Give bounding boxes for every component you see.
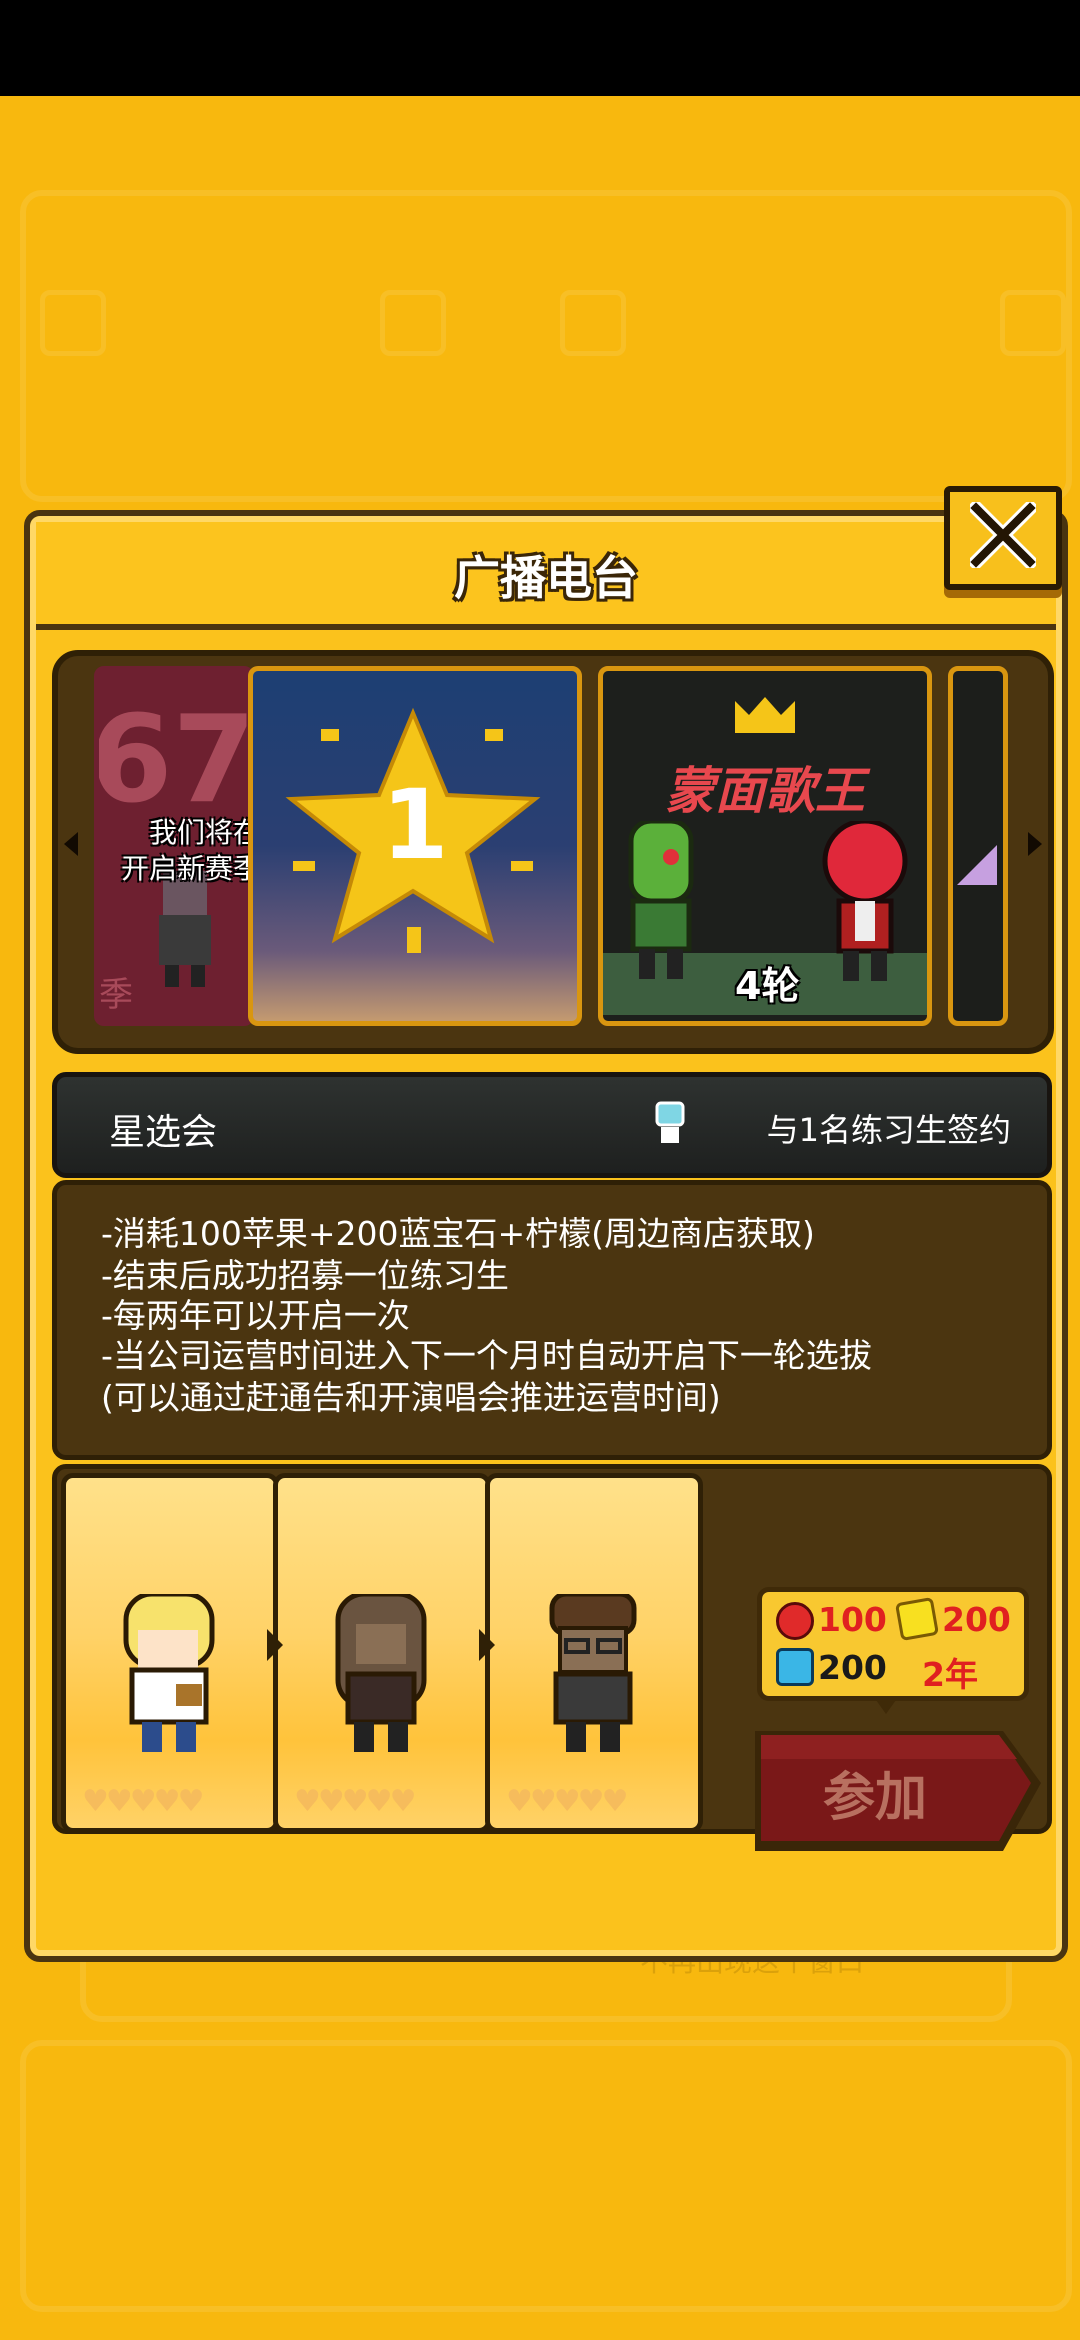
event-title: 星选会	[109, 1112, 218, 1153]
carousel-left-arrow-icon[interactable]	[64, 832, 78, 856]
cooldown-years: 2年	[922, 1655, 978, 1694]
new-season-line2: 开启新赛季	[120, 852, 254, 885]
cost-bubble: 100 200 200 2年	[757, 1587, 1029, 1714]
cactus-singer-sprite	[628, 821, 694, 979]
rose-singer-sprite	[822, 821, 908, 981]
slot-arrow-icon	[479, 1629, 495, 1661]
dialog-title-bar: 广播电台	[36, 522, 1056, 630]
background-icon	[1000, 290, 1066, 356]
sapphire-cost: 200	[818, 1648, 887, 1687]
glasses-trainee-sprite	[549, 1594, 637, 1752]
radio-station-dialog: 广播电台 67 我们将在 开启新赛季 季 1 蒙面歌王 4轮 星选会 与1名练习…	[24, 486, 1068, 1962]
background-icon	[560, 290, 626, 356]
close-button[interactable]	[944, 486, 1062, 590]
description-line: -消耗100苹果+200蓝宝石+柠檬(周边商店获取)	[101, 1214, 815, 1253]
star-rank-number: 1	[381, 769, 449, 881]
event-card-new-season[interactable]: 67 我们将在 开启新赛季 季	[94, 666, 254, 1026]
new-season-text: 我们将在 开启新赛季	[99, 815, 254, 887]
close-icon	[970, 502, 1036, 568]
card-digits: 67	[94, 691, 254, 830]
event-card-star-rank[interactable]: 1	[248, 666, 582, 1026]
event-card-partial[interactable]	[948, 666, 1008, 1026]
new-season-line1: 我们将在	[148, 816, 254, 849]
slot-arrow-icon	[267, 1629, 283, 1661]
description-line: -当公司运营时间进入下一个月时自动开启下一轮选拔	[101, 1336, 872, 1375]
sapphire-icon	[776, 1648, 814, 1686]
trainee-slot[interactable]: ♥♥♥♥♥	[273, 1473, 491, 1833]
triangle-icon	[957, 845, 997, 885]
character-sprite	[159, 871, 211, 987]
event-header: 星选会 与1名练习生签约	[52, 1072, 1052, 1178]
card-bottom-char: 季	[99, 975, 133, 1015]
trainee-slot[interactable]: ♥♥♥♥♥	[485, 1473, 703, 1833]
description-line: (可以通过赶通告和开演唱会推进运营时间)	[101, 1378, 721, 1417]
masked-singer-title: 蒙面歌王	[665, 762, 865, 820]
rating-hearts-icon: ♥♥♥♥♥	[294, 1784, 416, 1819]
carousel-right-arrow-icon[interactable]	[1028, 832, 1042, 856]
sign-trainee-text: 与1名练习生签约	[766, 1111, 1011, 1149]
dialog-title: 广播电台	[454, 551, 638, 605]
round-count: 4轮	[735, 964, 800, 1008]
rating-hearts-icon: ♥♥♥♥♥	[506, 1784, 628, 1819]
trainee-icon	[655, 1101, 685, 1143]
event-carousel[interactable]: 67 我们将在 开启新赛季 季 1 蒙面歌王 4轮	[52, 650, 1054, 1054]
join-button-label: 参加	[822, 1768, 927, 1828]
apple-cost: 100	[818, 1600, 887, 1639]
trainee-slot[interactable]: ♥♥♥♥♥	[61, 1473, 279, 1833]
background-icon	[40, 290, 106, 356]
crown-icon	[735, 697, 795, 733]
event-card-masked-singer[interactable]: 蒙面歌王 4轮	[598, 666, 932, 1026]
join-button[interactable]: 参加	[755, 1727, 1045, 1855]
rating-hearts-icon: ♥♥♥♥♥	[82, 1784, 204, 1819]
background-icon	[380, 290, 446, 356]
apple-icon	[776, 1602, 814, 1640]
background-panel	[20, 190, 1072, 502]
trainee-selection-panel: ♥♥♥♥♥ ♥♥♥♥♥ ♥♥♥♥♥ 100 200 200 2年 参加	[52, 1464, 1052, 1851]
blonde-trainee-sprite	[123, 1594, 215, 1752]
lemon-cost: 200	[942, 1600, 1011, 1639]
event-description: -消耗100苹果+200蓝宝石+柠檬(周边商店获取) -结束后成功招募一位练习生…	[52, 1180, 1052, 1460]
lemon-icon	[894, 1596, 940, 1642]
background-panel	[20, 2040, 1072, 2312]
long-hair-trainee-sprite	[335, 1594, 427, 1752]
status-bar	[0, 0, 1080, 96]
